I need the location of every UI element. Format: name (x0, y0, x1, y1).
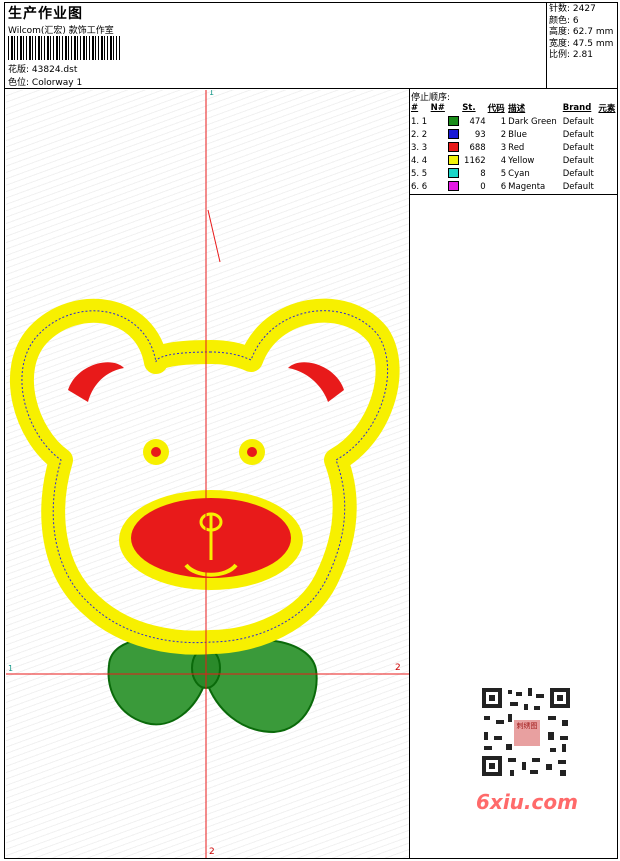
cell-idx: 3. 3 (411, 142, 428, 153)
stat-width: 宽度: 47.5 mm (549, 38, 614, 49)
cell-st: 1162 (464, 155, 486, 166)
qr-center-label: 刺绣图 (516, 722, 538, 730)
color-swatch (448, 168, 460, 179)
table-row: 4. 4 1162 4 Yellow Default (410, 154, 618, 167)
stat-stitches: 针数: 2427 (549, 4, 596, 14)
color-swatch (448, 116, 460, 127)
company-subtitle: Wilcom(汇宏) 款饰工作室 (8, 26, 114, 36)
design-row: 花版: 43824.dst (8, 65, 78, 75)
left-eye (143, 439, 169, 465)
cell-brand: Default (562, 129, 594, 140)
cell-idx: 6. 6 (411, 181, 428, 192)
cell-code: 5 (500, 168, 507, 179)
stat-scale: 比例: 2.81 (549, 50, 593, 60)
cell-idx: 1. 1 (411, 116, 428, 127)
cell-st: 93 (474, 129, 486, 140)
color-swatch (448, 155, 460, 166)
cell-desc: Dark Green (508, 116, 557, 127)
table-row: 6. 6 0 6 Magenta Default (410, 180, 618, 193)
site-watermark: 6xiu.com (476, 790, 578, 814)
design-canvas: 1 1 2 2 (6, 90, 409, 858)
cell-brand: Default (562, 168, 594, 179)
cell-code: 3 (500, 142, 507, 153)
cell-desc: Red (508, 142, 525, 153)
left-inner-ear (68, 362, 124, 402)
table-row: 2. 2 93 2 Blue Default (410, 128, 618, 141)
color-swatch (448, 142, 460, 153)
right-eye (239, 439, 265, 465)
stat-colors: 颜色: 6 (549, 15, 579, 26)
cell-brand: Default (562, 155, 594, 166)
axis-label-left: 1 (8, 664, 14, 673)
cell-st: 8 (480, 168, 486, 179)
cell-st: 688 (469, 142, 486, 153)
cell-st: 474 (469, 116, 486, 127)
muzzle (119, 490, 303, 590)
embroidery-preview (6, 90, 409, 858)
cell-desc: Blue (508, 129, 527, 140)
cell-st: 0 (480, 181, 486, 192)
stats-divider (546, 2, 547, 88)
qr-code: 刺绣图 (470, 682, 580, 784)
panel-divider (409, 88, 410, 859)
bear-head (10, 298, 400, 655)
barcode (8, 36, 120, 60)
color-swatch (448, 129, 460, 140)
table-row: 1. 1 474 1 Dark Green Default (410, 115, 618, 128)
cell-brand: Default (562, 142, 594, 153)
jump-stitch (207, 209, 221, 263)
page-title: 生产作业图 (8, 6, 83, 22)
colorway-name: Colorway 1 (31, 78, 83, 88)
cell-code: 2 (500, 129, 507, 140)
stat-height: 高度: 62.7 mm (549, 27, 614, 37)
stop-sequence-table: # N# St. 代码 描述 Brand 元素 1. 1 474 1 Dark Gre… (410, 101, 618, 193)
cell-desc: Magenta (508, 181, 546, 192)
table-row: 5. 5 8 5 Cyan Default (410, 167, 618, 180)
sequence-divider (409, 194, 618, 195)
cell-idx: 4. 4 (411, 155, 428, 166)
table-row: 3. 3 688 3 Red Default (410, 141, 618, 154)
cell-brand: Default (562, 116, 594, 127)
table-header: # N# St. 代码 描述 Brand 元素 (411, 103, 616, 114)
axis-label-top: 1 (209, 90, 215, 97)
design-stats: 针数: 2427 颜色: 6 高度: 62.7 mm 宽度: 47.5 mm 比… (549, 4, 613, 62)
cell-idx: 5. 5 (411, 168, 428, 179)
cell-code: 6 (500, 181, 507, 192)
colorway-row: 色位: Colorway 1 (8, 78, 83, 88)
cell-code: 1 (500, 116, 507, 127)
design-file: 43824.dst (31, 65, 78, 75)
axis-label-bottom: 2 (209, 847, 215, 857)
cell-code: 4 (500, 155, 507, 166)
color-swatch (448, 181, 460, 192)
right-inner-ear (288, 362, 344, 402)
header-divider (4, 88, 618, 89)
cell-idx: 2. 2 (411, 129, 428, 140)
axis-label-right: 2 (395, 663, 401, 673)
cell-desc: Cyan (508, 168, 530, 179)
cell-brand: Default (562, 181, 594, 192)
cell-desc: Yellow (508, 155, 535, 166)
